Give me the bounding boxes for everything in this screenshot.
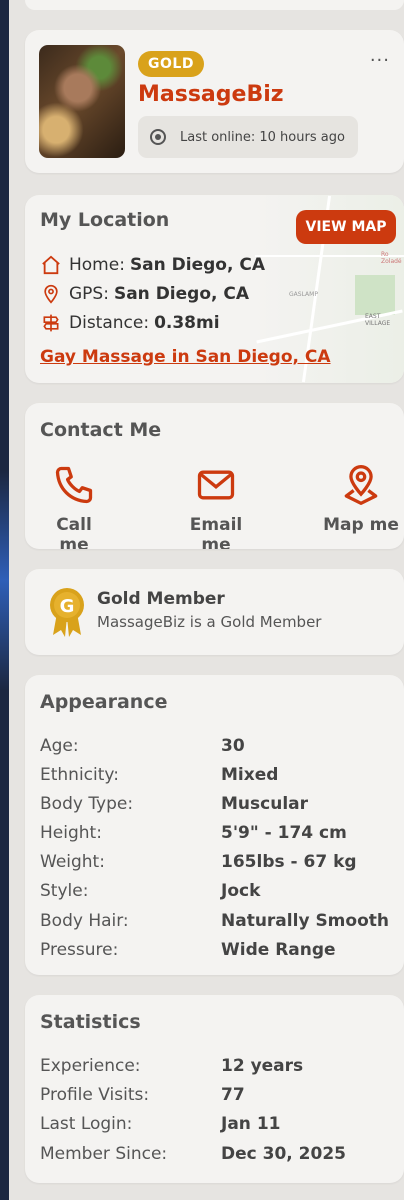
appearance-row: Height: 5'9" - 174 cm (40, 823, 390, 843)
home-icon (42, 255, 60, 275)
statistics-card: Statistics Experience: 12 years Profile V… (25, 995, 404, 1183)
last-online-status: Last online: 10 hours ago (138, 116, 358, 158)
location-title: My Location (40, 209, 170, 231)
map-label: Ro Zoladé (381, 251, 402, 265)
envelope-icon (197, 470, 235, 500)
appearance-row: Age: 30 (40, 736, 390, 756)
distance-label: Distance: (69, 313, 150, 333)
gps-label: GPS: (69, 284, 109, 304)
map-label: GASLAMP (289, 291, 318, 298)
row-label: Weight: (40, 852, 105, 872)
email-label: Email me (189, 515, 243, 549)
call-button[interactable]: Call me (39, 463, 109, 549)
row-label: Body Hair: (40, 911, 129, 931)
distance-row: Distance: 0.38mi (40, 313, 220, 333)
gold-badge: GOLD (138, 51, 204, 77)
appearance-row: Weight: 165lbs - 67 kg (40, 852, 390, 872)
map-label: EAST VILLAGE (365, 313, 391, 327)
view-map-button[interactable]: VIEW MAP (296, 210, 396, 244)
home-label: Home: (69, 255, 125, 275)
appearance-title: Appearance (40, 691, 168, 713)
map-button[interactable]: Map me (323, 463, 399, 535)
profile-name: MassageBiz (138, 82, 284, 107)
row-label: Last Login: (40, 1114, 133, 1134)
statistics-row: Experience: 12 years (40, 1056, 390, 1076)
appearance-card: Appearance Age: 30 Ethnicity: Mixed Body T… (25, 675, 404, 975)
map-label: Map me (323, 515, 399, 535)
previous-card-edge (25, 0, 404, 10)
map-pin-icon (344, 465, 378, 505)
row-label: Style: (40, 881, 89, 901)
gold-medal-icon: G (50, 588, 84, 637)
distance-value: 0.38mi (154, 313, 220, 333)
row-value: 165lbs - 67 kg (221, 852, 357, 872)
gps-row: GPS: San Diego, CA (40, 284, 249, 304)
signpost-icon (43, 314, 59, 332)
window-edge (0, 0, 9, 1200)
statistics-row: Member Since: Dec 30, 2025 (40, 1144, 390, 1164)
row-label: Body Type: (40, 794, 134, 814)
last-online-text: Last online: 10 hours ago (180, 129, 345, 145)
row-value: 5'9" - 174 cm (221, 823, 347, 843)
row-label: Pressure: (40, 940, 119, 960)
gold-member-subtitle: MassageBiz is a Gold Member (97, 613, 322, 631)
row-label: Experience: (40, 1056, 141, 1076)
avatar[interactable] (39, 45, 125, 158)
appearance-row: Pressure: Wide Range (40, 940, 390, 960)
phone-icon (55, 466, 93, 504)
status-dot-icon (150, 129, 166, 145)
gps-value: San Diego, CA (113, 284, 250, 304)
row-value: 12 years (221, 1056, 304, 1076)
appearance-row: Style: Jock (40, 881, 390, 901)
row-value: Mixed (221, 765, 279, 785)
appearance-row: Body Hair: Naturally Smooth (40, 911, 390, 931)
gold-member-title: Gold Member (97, 589, 225, 609)
statistics-title: Statistics (40, 1011, 141, 1033)
row-label: Ethnicity: (40, 765, 119, 785)
row-value: Jan 11 (221, 1114, 281, 1134)
statistics-row: Last Login: Jan 11 (40, 1114, 390, 1134)
home-row: Home: San Diego, CA (40, 255, 265, 275)
appearance-row: Body Type: Muscular (40, 794, 390, 814)
contact-card: Contact Me Call me Email me Map me (25, 403, 404, 549)
profile-card: GOLD MassageBiz Last online: 10 hours ag… (25, 30, 404, 173)
contact-title: Contact Me (40, 419, 162, 441)
location-card: EAST VILLAGE GASLAMP Ro Zoladé My Locati… (25, 195, 404, 383)
home-value: San Diego, CA (129, 255, 265, 275)
more-options-icon[interactable]: ··· (370, 50, 390, 71)
statistics-row: Profile Visits: 77 (40, 1085, 390, 1105)
row-value: Naturally Smooth (221, 911, 389, 931)
appearance-row: Ethnicity: Mixed (40, 765, 390, 785)
row-value: 77 (221, 1085, 245, 1105)
row-label: Member Since: (40, 1144, 168, 1164)
city-link[interactable]: Gay Massage in San Diego, CA (40, 347, 331, 367)
row-label: Profile Visits: (40, 1085, 150, 1105)
row-label: Age: (40, 736, 79, 756)
row-value: Dec 30, 2025 (221, 1144, 346, 1164)
medal-letter: G (60, 596, 75, 617)
call-label: Call me (56, 515, 92, 549)
row-label: Height: (40, 823, 102, 843)
email-button[interactable]: Email me (173, 463, 259, 549)
gold-member-card: G Gold Member MassageBiz is a Gold Membe… (25, 569, 404, 655)
row-value: Wide Range (221, 940, 336, 960)
row-value: Jock (221, 881, 261, 901)
row-value: Muscular (221, 794, 309, 814)
location-pin-icon (44, 284, 58, 304)
row-value: 30 (221, 736, 245, 756)
